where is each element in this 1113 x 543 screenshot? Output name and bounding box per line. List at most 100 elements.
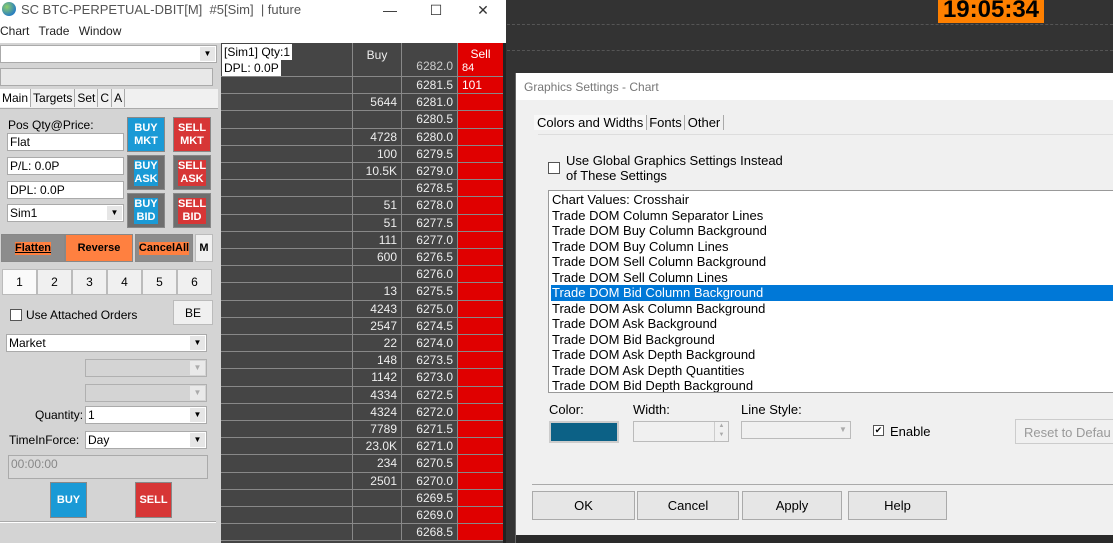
buy-ask-button[interactable]: BUY ASK — [127, 155, 165, 190]
qty-preset-6[interactable]: 6 — [177, 269, 212, 295]
cancel-all-button[interactable]: CancelAll — [135, 234, 193, 262]
dom-row[interactable]: 5644 6281.0 — [221, 94, 505, 112]
buy-cell[interactable]: 51 — [353, 214, 402, 231]
menu-chart[interactable]: Chart — [0, 24, 29, 38]
dom-row[interactable]: 23.0K 6271.0 — [221, 438, 505, 456]
sell-cell[interactable] — [458, 403, 503, 420]
tab-a[interactable]: A — [112, 89, 126, 107]
buy-cell[interactable] — [353, 180, 402, 197]
sell-cell[interactable] — [458, 94, 503, 111]
menu-window[interactable]: Window — [79, 24, 122, 38]
help-button[interactable]: Help — [848, 491, 947, 520]
dom-row[interactable]: 7789 6271.5 — [221, 421, 505, 439]
dom-row[interactable]: 6281.5 101 — [221, 77, 505, 95]
sell-button[interactable]: SELL — [135, 482, 172, 518]
list-item[interactable]: Trade DOM Bid Column Background — [551, 285, 1113, 301]
graphics-items-list[interactable]: Chart Values: Crosshair Trade DOM Column … — [548, 190, 1113, 393]
tif-combo[interactable]: Day ▼ — [85, 431, 207, 449]
buy-cell[interactable]: 111 — [353, 231, 402, 248]
dom-row[interactable]: 6269.0 — [221, 507, 505, 525]
qty-preset-2[interactable]: 2 — [37, 269, 72, 295]
buy-cell[interactable]: 1142 — [353, 369, 402, 386]
minimize-button[interactable]: — — [367, 0, 413, 22]
tab-targets[interactable]: Targets — [31, 89, 76, 107]
list-item[interactable]: Trade DOM Bid Background — [551, 332, 1113, 348]
sell-cell[interactable] — [458, 128, 503, 145]
list-item[interactable]: Trade DOM Ask Depth Quantities — [551, 363, 1113, 379]
sell-cell[interactable] — [458, 214, 503, 231]
list-item[interactable]: Trade DOM Ask Background — [551, 316, 1113, 332]
sell-cell[interactable] — [458, 111, 503, 128]
dom-row[interactable]: 100 6279.5 — [221, 145, 505, 163]
sell-cell[interactable] — [458, 231, 503, 248]
buy-cell[interactable]: 5644 — [353, 94, 402, 111]
list-item[interactable]: Trade DOM Buy Column Lines — [551, 239, 1113, 255]
dom-row[interactable]: 13 6275.5 — [221, 283, 505, 301]
enable-checkbox[interactable]: ✔ — [873, 425, 884, 436]
buy-cell[interactable]: 2501 — [353, 472, 402, 489]
qty-preset-3[interactable]: 3 — [72, 269, 107, 295]
qty-preset-1[interactable]: 1 — [2, 269, 37, 295]
color-swatch[interactable] — [549, 421, 619, 443]
menu-trade[interactable]: Trade — [38, 24, 69, 38]
list-item[interactable]: Trade DOM Bid Depth Background — [551, 378, 1113, 392]
sell-cell[interactable] — [458, 489, 503, 506]
dom-row[interactable]: 4324 6272.0 — [221, 403, 505, 421]
sell-cell[interactable] — [458, 180, 503, 197]
tab-other[interactable]: Other — [684, 115, 725, 130]
tab-colors-and-widths[interactable]: Colors and Widths — [534, 115, 648, 130]
buy-cell[interactable]: 22 — [353, 335, 402, 352]
dom-row[interactable]: 6268.5 — [221, 524, 505, 542]
buy-cell[interactable]: 600 — [353, 249, 402, 266]
dom-ladder[interactable]: Buy 6282.0 Sell 84 [Sim1] Qty:1 DPL: 0.0P… — [221, 43, 505, 543]
apply-button[interactable]: Apply — [742, 491, 842, 520]
dom-row[interactable]: 2547 6274.5 — [221, 317, 505, 335]
symbol-combo[interactable]: ▼ — [0, 45, 217, 63]
sell-cell[interactable] — [458, 438, 503, 455]
list-item[interactable]: Trade DOM Ask Column Background — [551, 301, 1113, 317]
breakeven-button[interactable]: BE — [173, 300, 213, 325]
buy-cell[interactable]: 148 — [353, 352, 402, 369]
dom-row[interactable]: 4243 6275.0 — [221, 300, 505, 318]
sell-cell[interactable] — [458, 266, 503, 283]
sell-cell[interactable]: 101 — [458, 77, 503, 94]
buy-bid-button[interactable]: BUY BID — [127, 193, 165, 228]
buy-cell[interactable]: 13 — [353, 283, 402, 300]
list-item[interactable]: Trade DOM Sell Column Background — [551, 254, 1113, 270]
account-combo[interactable]: Sim1 ▼ — [7, 204, 124, 222]
buy-cell[interactable]: 7789 — [353, 421, 402, 438]
sell-cell[interactable] — [458, 524, 503, 541]
use-attached-orders-checkbox[interactable] — [10, 309, 22, 321]
buy-cell[interactable]: 4324 — [353, 403, 402, 420]
buy-cell[interactable] — [353, 266, 402, 283]
buy-market-button[interactable]: BUY MKT — [127, 117, 165, 152]
buy-cell[interactable] — [353, 111, 402, 128]
buy-button[interactable]: BUY — [50, 482, 87, 518]
sell-cell[interactable] — [458, 472, 503, 489]
buy-cell[interactable] — [353, 524, 402, 541]
list-item[interactable]: Trade DOM Sell Column Lines — [551, 270, 1113, 286]
list-item[interactable]: Trade DOM Ask Depth Background — [551, 347, 1113, 363]
sell-cell[interactable] — [458, 249, 503, 266]
sell-ask-button[interactable]: SELL ASK — [173, 155, 211, 190]
dom-row[interactable]: 6276.0 — [221, 266, 505, 284]
buy-cell[interactable]: 2547 — [353, 317, 402, 334]
buy-cell[interactable]: 4334 — [353, 386, 402, 403]
dom-row[interactable]: 22 6274.0 — [221, 335, 505, 353]
dom-row[interactable]: 111 6277.0 — [221, 231, 505, 249]
flatten-button[interactable]: Flatten — [1, 234, 65, 262]
dom-row[interactable]: 6269.5 — [221, 489, 505, 507]
dom-row[interactable]: 6280.5 — [221, 111, 505, 129]
dom-row[interactable]: 600 6276.5 — [221, 249, 505, 267]
buy-cell[interactable]: 234 — [353, 455, 402, 472]
tab-c[interactable]: C — [98, 89, 113, 107]
reverse-button[interactable]: Reverse — [65, 234, 133, 262]
sell-cell[interactable] — [458, 455, 503, 472]
maximize-button[interactable]: ☐ — [413, 0, 459, 22]
buy-cell[interactable] — [353, 77, 402, 94]
list-item[interactable]: Trade DOM Column Separator Lines — [551, 208, 1113, 224]
dom-row[interactable]: 4728 6280.0 — [221, 128, 505, 146]
sell-cell[interactable] — [458, 145, 503, 162]
qty-preset-4[interactable]: 4 — [107, 269, 142, 295]
buy-cell[interactable]: 4728 — [353, 128, 402, 145]
